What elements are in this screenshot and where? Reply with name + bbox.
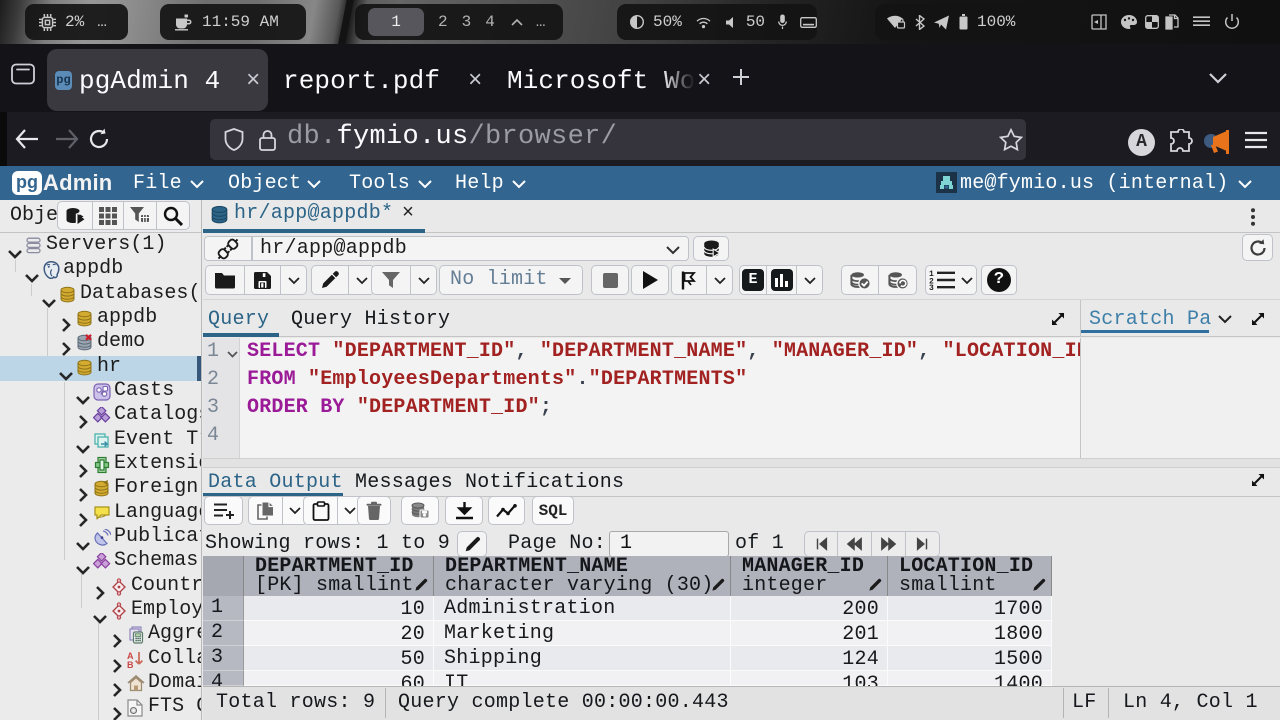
svg-text:B: B bbox=[127, 660, 134, 669]
svg-text:3: 3 bbox=[929, 284, 934, 290]
